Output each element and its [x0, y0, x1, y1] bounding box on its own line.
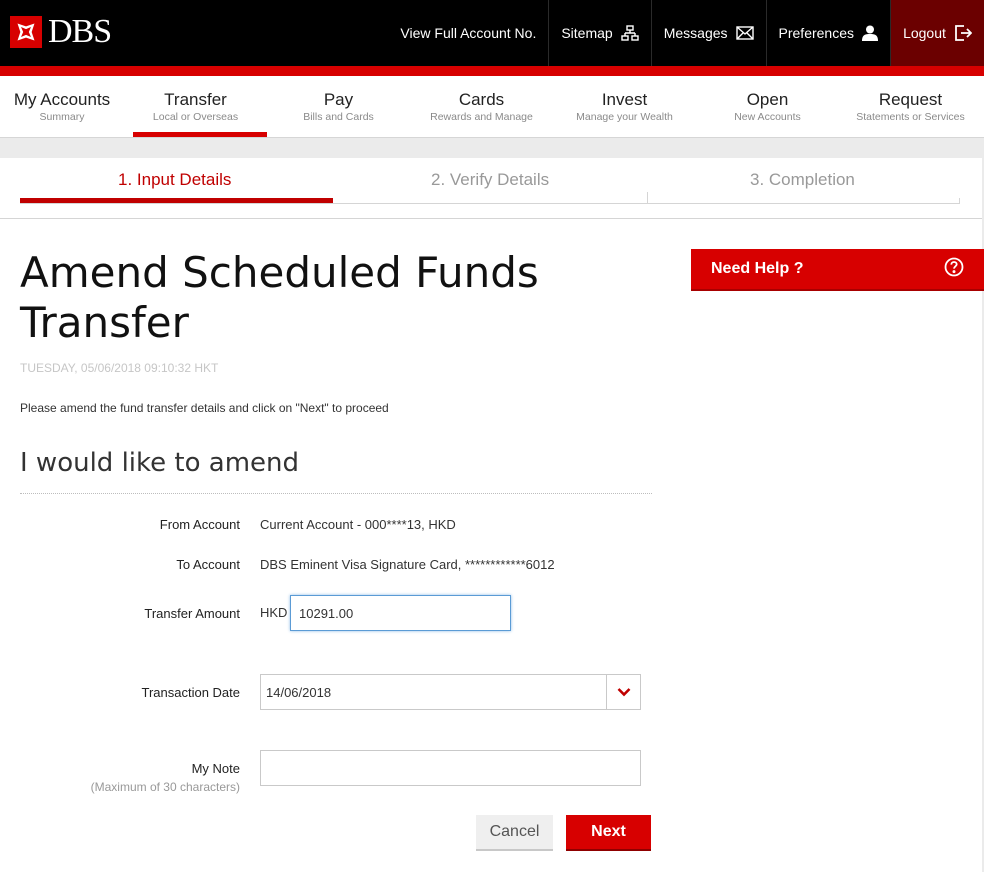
need-help-button[interactable]: Need Help ?: [691, 249, 984, 291]
logout-icon: [954, 24, 972, 42]
envelope-icon: [735, 26, 754, 40]
nav-subtitle: Rewards and Manage: [430, 111, 533, 123]
dbs-star-icon: [10, 16, 42, 48]
nav-title: Open: [746, 90, 789, 109]
brand-name: DBS: [48, 13, 112, 50]
divider: [20, 493, 652, 494]
to-account-label: To Account: [176, 557, 240, 572]
messages-label: Messages: [663, 25, 728, 41]
nav-subtitle: Manage your Wealth: [576, 111, 673, 123]
dbs-logo[interactable]: DBS: [10, 12, 112, 52]
sitemap-icon: [621, 25, 639, 41]
main-nav: My Accounts Summary Transfer Local or Ov…: [0, 76, 984, 138]
brand-strip: [0, 66, 984, 76]
logout-label: Logout: [903, 25, 946, 41]
user-icon: [862, 25, 878, 41]
currency-code: HKD: [260, 605, 288, 620]
nav-request[interactable]: Request Statements or Services: [839, 76, 982, 137]
step-verify-details: 2. Verify Details: [431, 170, 550, 189]
nav-subtitle: Statements or Services: [856, 111, 965, 123]
content-panel: 1. Input Details 2. Verify Details 3. Co…: [0, 158, 984, 872]
top-links: View Full Account No. Sitemap Messages P…: [388, 0, 984, 66]
nav-title: Pay: [323, 90, 354, 109]
need-help-label: Need Help ?: [711, 260, 804, 277]
nav-title: Request: [878, 90, 943, 109]
cancel-button[interactable]: Cancel: [476, 815, 553, 851]
my-note-hint: (Maximum of 30 characters): [90, 780, 240, 794]
transfer-amount-label: Transfer Amount: [144, 606, 240, 621]
preferences-link[interactable]: Preferences: [765, 0, 890, 66]
nav-subtitle: New Accounts: [734, 111, 801, 123]
transaction-date-select[interactable]: 14/06/2018: [260, 674, 641, 710]
nav-title: My Accounts: [13, 90, 111, 109]
transaction-date-label: Transaction Date: [141, 685, 240, 700]
messages-link[interactable]: Messages: [650, 0, 766, 66]
my-note-input[interactable]: [260, 750, 641, 786]
transfer-amount-input[interactable]: [290, 595, 511, 631]
step-divider: [647, 192, 648, 203]
nav-invest[interactable]: Invest Manage your Wealth: [553, 76, 696, 137]
timestamp: TUESDAY, 05/06/2018 09:10:32 HKT: [20, 361, 219, 375]
nav-title: Transfer: [164, 90, 227, 109]
question-circle-icon: [944, 257, 964, 282]
view-full-account-link[interactable]: View Full Account No.: [388, 0, 548, 66]
sitemap-link[interactable]: Sitemap: [548, 0, 650, 66]
from-account-label: From Account: [159, 517, 240, 532]
nav-subtitle: Summary: [39, 111, 85, 123]
to-account-value: DBS Eminent Visa Signature Card, *******…: [260, 557, 555, 572]
step-progress-fill: [20, 198, 333, 203]
divider: [0, 218, 982, 219]
step-input-details: 1. Input Details: [118, 170, 232, 189]
nav-my-accounts[interactable]: My Accounts Summary: [0, 76, 124, 137]
page-title: Amend Scheduled Funds Transfer: [20, 248, 539, 347]
next-button[interactable]: Next: [566, 815, 651, 851]
progress-steps: 1. Input Details 2. Verify Details 3. Co…: [20, 158, 960, 204]
nav-subtitle: Local or Overseas: [152, 111, 239, 123]
logout-button[interactable]: Logout: [890, 0, 984, 66]
view-full-account-label: View Full Account No.: [400, 25, 537, 41]
nav-pay[interactable]: Pay Bills and Cards: [267, 76, 410, 137]
nav-title: Invest: [601, 90, 648, 109]
my-note-label: My Note: [191, 761, 240, 776]
step-progress-track: [20, 192, 960, 204]
step-completion: 3. Completion: [750, 170, 855, 189]
transaction-date-value: 14/06/2018: [266, 685, 332, 700]
nav-open[interactable]: Open New Accounts: [696, 76, 839, 137]
preferences-label: Preferences: [778, 25, 854, 41]
nav-transfer[interactable]: Transfer Local or Overseas: [124, 76, 267, 137]
top-bar: DBS View Full Account No. Sitemap Messag…: [0, 0, 984, 66]
section-heading: I would like to amend: [20, 448, 300, 478]
chevron-down-icon[interactable]: [606, 675, 640, 709]
intro-text: Please amend the fund transfer details a…: [20, 401, 389, 415]
nav-title: Cards: [458, 90, 505, 109]
sitemap-label: Sitemap: [561, 25, 613, 41]
nav-subtitle: Bills and Cards: [303, 111, 374, 123]
nav-cards[interactable]: Cards Rewards and Manage: [410, 76, 553, 137]
from-account-value: Current Account - 000****13, HKD: [260, 517, 456, 532]
